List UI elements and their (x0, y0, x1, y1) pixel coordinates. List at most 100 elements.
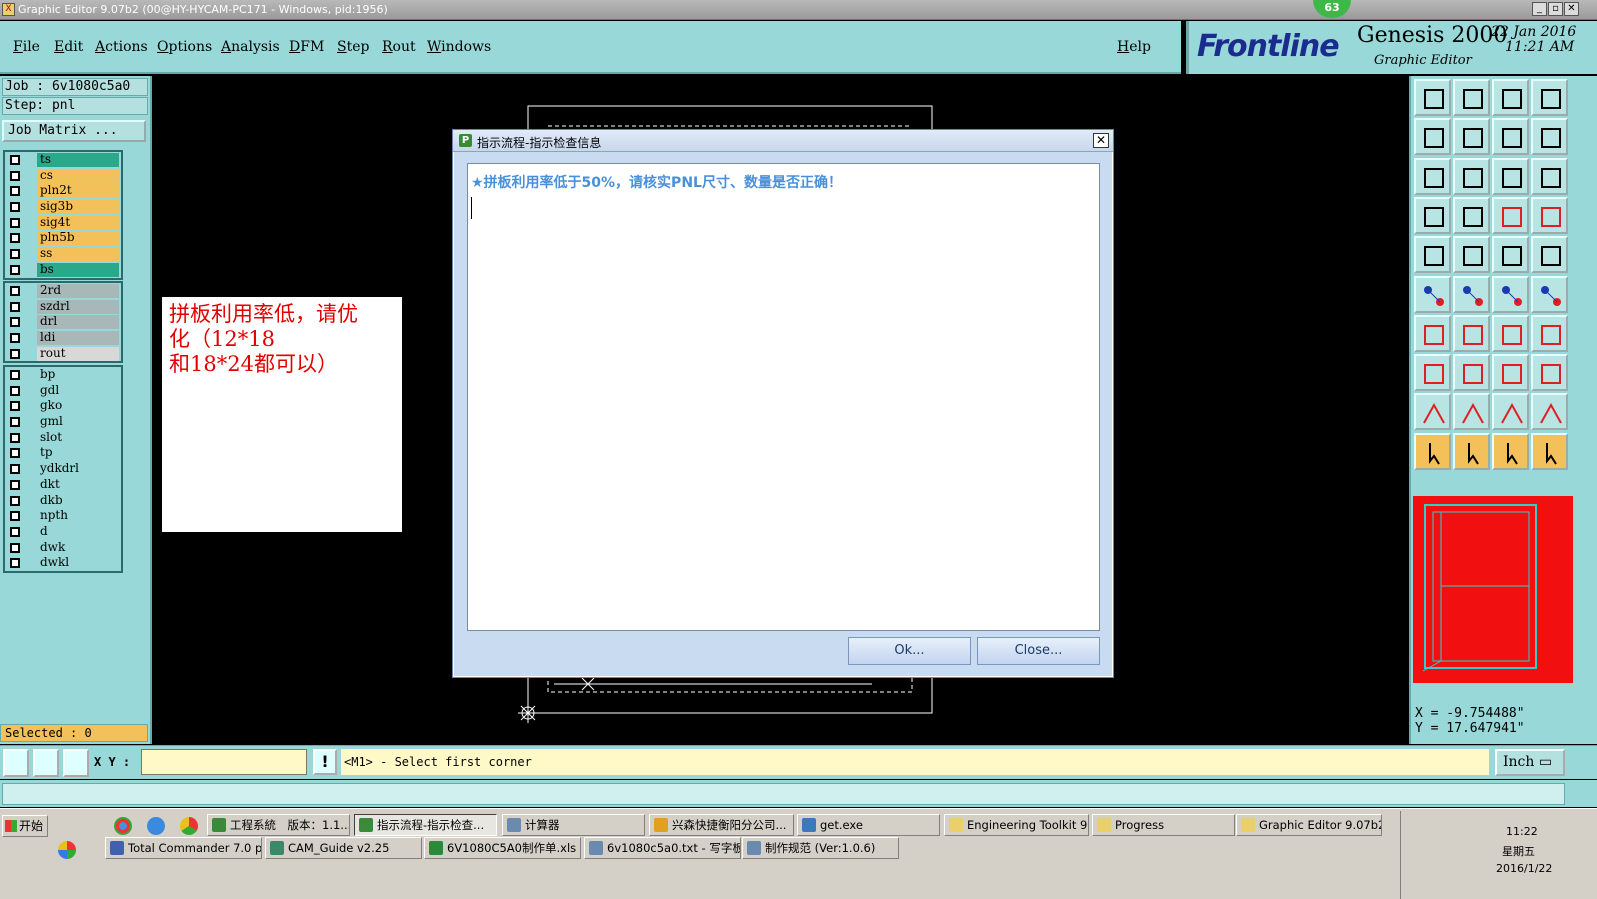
layer-row-d[interactable]: d (5, 524, 121, 540)
layer-name[interactable]: drl (37, 315, 119, 330)
arch-dot-icon[interactable] (1531, 393, 1568, 431)
minimize-button[interactable]: _ (1532, 2, 1547, 16)
home-up-icon[interactable] (1414, 79, 1451, 116)
layer-row-npth[interactable]: npth (5, 508, 121, 524)
connect-icon[interactable] (1414, 275, 1451, 313)
layer-checkbox[interactable] (10, 348, 20, 359)
layer-row-bp[interactable]: bp (5, 367, 121, 383)
rotate-icon[interactable] (1492, 314, 1529, 352)
layer-name[interactable]: pln5b (37, 231, 119, 246)
step-minimap[interactable] (1413, 496, 1573, 683)
layer-name[interactable]: ss (37, 247, 119, 262)
layer-row-tp[interactable]: tp (5, 445, 121, 461)
layer-name[interactable]: dkt (37, 477, 119, 492)
net-alt-icon[interactable] (1531, 196, 1568, 234)
taskbar-button[interactable]: 6V1080C5A0制作单.xls ... (424, 837, 581, 859)
net-icon[interactable] (1492, 196, 1529, 234)
layer-checkbox[interactable] (10, 155, 20, 165)
arch-icon[interactable] (1453, 393, 1490, 431)
select-alt-icon[interactable] (1453, 432, 1490, 470)
pan-left-icon[interactable] (1414, 118, 1451, 156)
layer-checkbox[interactable] (10, 217, 20, 228)
layer-name[interactable]: dwk (37, 540, 119, 555)
menu-edit[interactable]: Edit (54, 39, 83, 55)
polygon-icon[interactable] (1453, 236, 1490, 274)
layer-row-szdrl[interactable]: szdrl (5, 299, 121, 315)
menu-step[interactable]: Step (337, 39, 369, 55)
scale-1-2-icon[interactable] (1492, 157, 1529, 195)
layer-row-gko[interactable]: gko (5, 398, 121, 414)
layer-name[interactable]: pln2t (37, 184, 119, 199)
status-field[interactable] (2, 783, 1565, 805)
select-icon[interactable] (1414, 432, 1451, 470)
layer-name[interactable]: ldi (37, 331, 119, 346)
pad-icon[interactable] (1414, 236, 1451, 274)
layer-name[interactable]: bp (37, 368, 119, 382)
angle-icon[interactable] (1414, 314, 1451, 352)
close-button[interactable]: ✕ (1564, 2, 1579, 16)
cross-icon[interactable] (1453, 275, 1490, 313)
layer-checkbox[interactable] (10, 249, 20, 260)
layer-checkbox[interactable] (10, 186, 20, 197)
measure-icon[interactable] (1414, 196, 1451, 234)
layer-checkbox[interactable] (10, 202, 20, 213)
menu-dfm[interactable]: DFM (289, 39, 324, 55)
taskbar-button[interactable]: Progress (1092, 814, 1235, 836)
layer-checkbox[interactable] (10, 370, 20, 380)
layer-row-sig3b[interactable]: sig3b (5, 199, 121, 215)
zoom-fit-icon[interactable] (1414, 157, 1451, 195)
taskbar-button[interactable]: 指示流程-指示检查... (354, 814, 497, 836)
layer-name[interactable]: ydkdrl (37, 462, 119, 477)
taskbar-button[interactable]: Graphic Editor 9.07b2 ... (1236, 814, 1382, 836)
taskbar-button[interactable]: 兴森快捷衡阳分公司... (649, 814, 794, 836)
select-move-icon[interactable] (1492, 432, 1529, 470)
mirror-icon[interactable] (1531, 314, 1568, 352)
xy-input[interactable] (141, 749, 307, 775)
layer-row-slot[interactable]: slot (5, 430, 121, 446)
home-icon[interactable] (1492, 79, 1529, 116)
redraw-icon[interactable] (1531, 118, 1568, 156)
layer-name[interactable]: szdrl (37, 299, 119, 314)
layer-row-ldi[interactable]: ldi (5, 330, 121, 346)
taskbar-button[interactable]: 制作规范 (Ver:1.0.6) (742, 837, 899, 859)
layer-row-pln5b[interactable]: pln5b (5, 230, 121, 246)
layer-row-2rd[interactable]: 2rd (5, 283, 121, 299)
line-endpoint-icon[interactable] (1492, 275, 1529, 313)
layer-checkbox[interactable] (10, 448, 20, 459)
menu-analysis[interactable]: Analysis (221, 39, 280, 55)
restore-button[interactable]: ▫ (1548, 2, 1563, 16)
layer-checkbox[interactable] (10, 333, 20, 344)
layer-checkbox[interactable] (10, 479, 20, 490)
layer-name[interactable]: dwkl (37, 556, 119, 571)
layer-name[interactable]: ts (37, 153, 119, 167)
diagonal-icon[interactable] (1453, 314, 1490, 352)
layer-name[interactable]: d (37, 524, 119, 539)
grid-icon[interactable] (63, 749, 89, 777)
snap-icon[interactable] (3, 749, 29, 777)
layer-name[interactable]: bs (37, 262, 119, 277)
chrome-icon[interactable] (114, 817, 132, 835)
layer-checkbox[interactable] (10, 432, 20, 443)
layer-checkbox[interactable] (10, 301, 20, 312)
menu-options[interactable]: Options (157, 39, 212, 55)
taskbar-button[interactable]: Engineering Toolkit 9.0... (944, 814, 1089, 836)
dialog-close-icon[interactable]: ✕ (1093, 133, 1109, 148)
layer-row-rout[interactable]: rout (5, 346, 121, 362)
layer-checkbox[interactable] (10, 495, 20, 506)
zoom-back-icon[interactable] (1492, 118, 1529, 156)
dimension-icon[interactable] (1492, 354, 1529, 392)
layer-checkbox[interactable] (10, 526, 20, 537)
dialog-titlebar[interactable]: P 指示流程-指示检查信息 ✕ (453, 130, 1113, 152)
layer-row-cs[interactable]: cs (5, 168, 121, 184)
grid-view-icon[interactable] (1453, 196, 1490, 234)
layer-name[interactable]: gdl (37, 383, 119, 398)
layer-row-pln2t[interactable]: pln2t (5, 183, 121, 199)
alert-icon[interactable]: ! (313, 749, 337, 775)
layer-name[interactable]: sig3b (37, 200, 119, 215)
layer-checkbox[interactable] (10, 385, 20, 396)
layer-row-ydkdrl[interactable]: ydkdrl (5, 461, 121, 477)
dot-icon[interactable] (1531, 236, 1568, 274)
select-route-icon[interactable] (1531, 432, 1568, 470)
layer-row-gdl[interactable]: gdl (5, 383, 121, 399)
layer-row-dwkl[interactable]: dwkl (5, 555, 121, 571)
